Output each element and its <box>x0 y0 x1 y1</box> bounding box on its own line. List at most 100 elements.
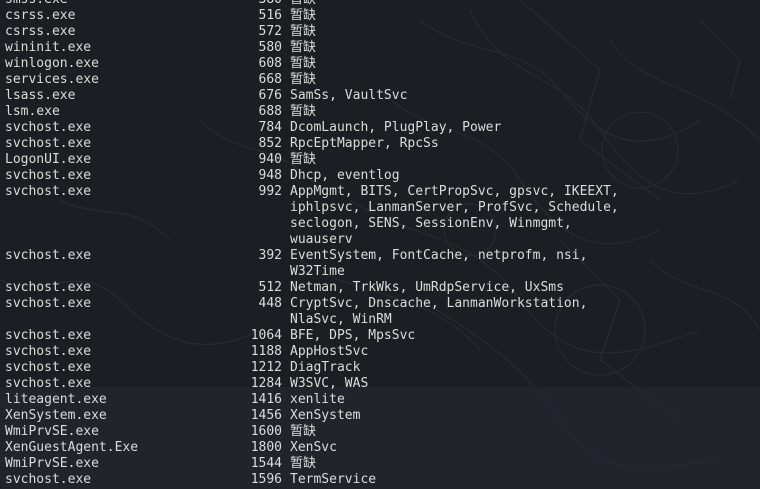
services-cell: TermService <box>282 472 760 488</box>
image-name-cell: XenGuestAgent.Exe <box>5 440 139 455</box>
image-name-cell: wininit.exe <box>5 40 92 55</box>
process-row: smss.exe380 暂缺 <box>0 0 760 8</box>
pid-cell: 572 <box>258 24 282 39</box>
process-row: lsass.exe 676 SamSs, VaultSvc <box>0 88 760 104</box>
image-name-cell: lsm.exe <box>5 104 60 119</box>
services-cell: 暂缺 <box>282 24 760 40</box>
services-cell: 暂缺 <box>282 72 760 88</box>
services-cell: DiagTrack <box>282 360 760 376</box>
services-cell: W3SVC, WAS <box>282 376 760 392</box>
process-row: services.exe 668 暂缺 <box>0 72 760 88</box>
service-line: SamSs, VaultSvc <box>290 88 408 103</box>
image-name-cell: svchost.exe <box>5 360 92 375</box>
services-cell: XenSvc <box>282 440 760 456</box>
process-row: svchost.exe 992 AppMgmt, BITS, CertPropSvc… <box>0 184 760 248</box>
services-cell: 暂缺 <box>282 8 760 24</box>
service-line: W3SVC, WAS <box>290 376 369 391</box>
services-cell: DcomLaunch, PlugPlay, Power <box>282 120 760 136</box>
service-line: Dhcp, eventlog <box>290 168 400 183</box>
service-line: 暂缺 <box>290 8 317 23</box>
process-row: svchost.exe 1188 AppHostSvc <box>0 344 760 360</box>
image-name-cell: csrss.exe <box>5 8 76 23</box>
image-name-cell: WmiPrvSE.exe <box>5 424 99 439</box>
service-line: XenSvc <box>290 440 337 455</box>
image-name-cell: svchost.exe <box>5 376 92 391</box>
process-row: csrss.exe 516 暂缺 <box>0 8 760 24</box>
image-name-cell: svchost.exe <box>5 280 92 295</box>
services-cell: 暂缺 <box>282 104 760 120</box>
service-line: 暂缺 <box>290 40 317 55</box>
services-cell: AppHostSvc <box>282 344 760 360</box>
services-cell: SamSs, VaultSvc <box>282 88 760 104</box>
service-line: Netman, TrkWks, UmRdpService, UxSms <box>290 280 564 295</box>
image-name-cell: svchost.exe <box>5 344 92 359</box>
service-line: DiagTrack <box>290 360 361 375</box>
service-line: AppMgmt, BITS, CertPropSvc, gpsvc, IKEEX… <box>290 184 619 199</box>
service-line: seclogon, SENS, SessionEnv, Winmgmt, <box>290 216 572 231</box>
pid-cell: 676 <box>258 88 282 103</box>
service-line: iphlpsvc, LanmanServer, ProfSvc, Schedul… <box>290 200 619 215</box>
service-line: 暂缺 <box>290 456 317 471</box>
process-row: svchost.exe 1064 BFE, DPS, MpsSvc <box>0 328 760 344</box>
image-name-cell: svchost.exe <box>5 136 92 151</box>
service-line: AppHostSvc <box>290 344 369 359</box>
image-name-cell: csrss.exe <box>5 24 76 39</box>
image-name-cell: XenSystem.exe <box>5 408 107 423</box>
services-cell: 暂缺 <box>282 40 760 56</box>
process-row: svchost.exe 392 EventSystem, FontCache, ne… <box>0 248 760 280</box>
process-row: XenSystem.exe 1456 XenSystem <box>0 408 760 424</box>
process-row: WmiPrvSE.exe 1544 暂缺 <box>0 456 760 472</box>
image-name-cell: WmiPrvSE.exe <box>5 456 99 471</box>
process-row: lsm.exe 688 暂缺 <box>0 104 760 120</box>
services-cell: 暂缺 <box>282 0 760 8</box>
process-row: csrss.exe 572 暂缺 <box>0 24 760 40</box>
service-line: 暂缺 <box>290 152 317 167</box>
service-line: 暂缺 <box>290 0 760 8</box>
services-cell: Netman, TrkWks, UmRdpService, UxSms <box>282 280 760 296</box>
service-line: NlaSvc, WinRM <box>290 312 392 327</box>
image-name-cell: lsass.exe <box>5 88 76 103</box>
service-line: DcomLaunch, PlugPlay, Power <box>290 120 502 135</box>
image-name-cell: services.exe <box>5 72 99 87</box>
service-line: 暂缺 <box>290 56 317 71</box>
services-cell: Dhcp, eventlog <box>282 168 760 184</box>
process-row: WmiPrvSE.exe 1600 暂缺 <box>0 424 760 440</box>
pid-cell: 784 <box>258 120 282 135</box>
service-line: TermService <box>290 472 377 487</box>
process-row: svchost.exe 1284 W3SVC, WAS <box>0 376 760 392</box>
pid-cell: 1600 <box>250 424 282 439</box>
image-name-cell: svchost.exe <box>5 248 92 263</box>
pid-cell: 1064 <box>250 328 282 343</box>
services-cell: EventSystem, FontCache, netprofm, nsi, W3… <box>282 248 760 280</box>
image-name-cell: smss.exe <box>0 0 205 8</box>
pid-cell: 1596 <box>250 472 282 487</box>
service-line: W32Time <box>290 264 345 279</box>
process-row: svchost.exe 852 RpcEptMapper, RpcSs <box>0 136 760 152</box>
pid-cell: 1544 <box>250 456 282 471</box>
process-row: wininit.exe 580 暂缺 <box>0 40 760 56</box>
service-line: CryptSvc, Dnscache, LanmanWorkstation, <box>290 296 588 311</box>
service-line: 暂缺 <box>290 24 317 39</box>
service-line: 暂缺 <box>290 104 317 119</box>
image-name-cell: svchost.exe <box>5 184 92 199</box>
process-row: svchost.exe 512 Netman, TrkWks, UmRdpServi… <box>0 280 760 296</box>
process-row: svchost.exe 1212 DiagTrack <box>0 360 760 376</box>
service-line: XenSystem <box>290 408 361 423</box>
image-name-cell: liteagent.exe <box>5 392 107 407</box>
service-line: wuauserv <box>290 232 353 247</box>
pid-cell: 1212 <box>250 360 282 375</box>
process-row: XenGuestAgent.Exe 1800 XenSvc <box>0 440 760 456</box>
pid-cell: 1800 <box>250 440 282 455</box>
process-table: smss.exe380 暂缺 csrss.exe 516 暂缺 csrss.exe 572 暂… <box>0 0 760 488</box>
pid-cell: 668 <box>258 72 282 87</box>
services-cell: CryptSvc, Dnscache, LanmanWorkstation, Nl… <box>282 296 760 328</box>
process-row: svchost.exe 948 Dhcp, eventlog <box>0 168 760 184</box>
image-name-cell: svchost.exe <box>5 472 92 487</box>
pid-cell: 608 <box>258 56 282 71</box>
pid-cell: 392 <box>258 248 282 263</box>
pid-cell: 448 <box>258 296 282 311</box>
service-line: xenlite <box>290 392 345 407</box>
process-row: svchost.exe 1596 TermService <box>0 472 760 488</box>
pid-cell: 688 <box>258 104 282 119</box>
pid-cell: 516 <box>258 8 282 23</box>
